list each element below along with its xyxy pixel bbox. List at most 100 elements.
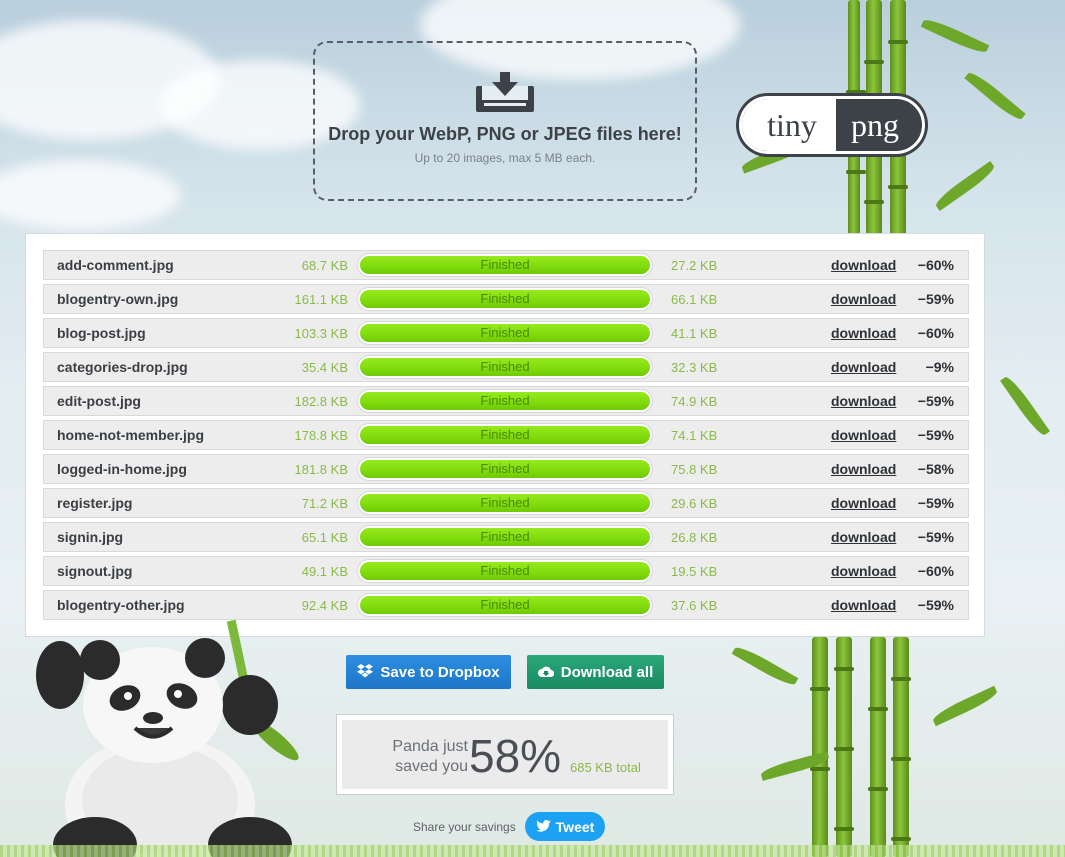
file-name: logged-in-home.jpg: [57, 461, 187, 477]
compressed-size: 75.8 KB: [671, 462, 718, 477]
saving-percent: −9%: [925, 359, 954, 375]
original-size: 68.7 KB: [301, 258, 348, 273]
savings-caption: Panda just saved you: [368, 737, 468, 777]
original-size: 71.2 KB: [301, 496, 348, 511]
tweet-label: Tweet: [555, 818, 595, 835]
progress-status: Finished: [360, 256, 650, 274]
cloud-download-icon: [537, 664, 554, 680]
file-name: blogentry-own.jpg: [57, 291, 179, 307]
download-link[interactable]: download: [831, 257, 896, 273]
savings-total: 685 KB total: [570, 760, 641, 775]
share-label: Share your savings: [413, 820, 516, 834]
file-drop-zone[interactable]: Drop your WebP, PNG or JPEG files here! …: [313, 41, 697, 201]
saving-percent: −59%: [917, 597, 954, 613]
download-link[interactable]: download: [831, 291, 896, 307]
compressed-size: 41.1 KB: [671, 326, 718, 341]
savings-caption-line1: Panda just: [392, 738, 468, 755]
progress-bar: Finished: [357, 457, 653, 481]
file-row: blogentry-own.jpg 161.1 KB Finished 66.1 KB…: [43, 284, 969, 314]
original-size: 49.1 KB: [301, 564, 348, 579]
original-size: 161.1 KB: [294, 292, 349, 307]
progress-bar: Finished: [357, 525, 653, 549]
file-name: signin.jpg: [57, 529, 124, 545]
progress-bar: Finished: [357, 253, 653, 277]
saving-percent: −60%: [917, 257, 954, 273]
download-link[interactable]: download: [831, 359, 896, 375]
file-row: edit-post.jpg 182.8 KB Finished 74.9 KB down…: [43, 386, 969, 416]
file-name: register.jpg: [57, 495, 133, 511]
saving-percent: −59%: [917, 495, 954, 511]
tinypng-logo: tiny png: [739, 96, 925, 154]
download-all-label: Download all: [560, 663, 654, 681]
progress-status: Finished: [360, 528, 650, 546]
save-to-dropbox-label: Save to Dropbox: [380, 663, 500, 681]
original-size: 65.1 KB: [301, 530, 348, 545]
download-link[interactable]: download: [831, 563, 896, 579]
progress-bar: Finished: [357, 355, 653, 379]
file-name: blog-post.jpg: [57, 325, 146, 341]
download-link[interactable]: download: [831, 427, 896, 443]
save-to-dropbox-button[interactable]: Save to Dropbox: [346, 655, 511, 689]
compressed-size: 32.3 KB: [671, 360, 718, 375]
file-name: categories-drop.jpg: [57, 359, 188, 375]
progress-status: Finished: [360, 358, 650, 376]
download-link[interactable]: download: [831, 325, 896, 341]
download-tray-icon: [476, 71, 534, 112]
original-size: 181.8 KB: [294, 462, 349, 477]
file-name: edit-post.jpg: [57, 393, 141, 409]
compressed-size: 74.9 KB: [671, 394, 718, 409]
progress-bar: Finished: [357, 491, 653, 515]
original-size: 103.3 KB: [294, 326, 349, 341]
file-row: categories-drop.jpg 35.4 KB Finished 32.3 K…: [43, 352, 969, 382]
saving-percent: −58%: [917, 461, 954, 477]
saving-percent: −60%: [917, 325, 954, 341]
drop-zone-subtitle: Up to 20 images, max 5 MB each.: [414, 150, 596, 165]
download-link[interactable]: download: [831, 597, 896, 613]
file-row: home-not-member.jpg 178.8 KB Finished 74.1 …: [43, 420, 969, 450]
file-name: signout.jpg: [57, 563, 133, 579]
twitter-bird-icon: [535, 819, 551, 835]
progress-status: Finished: [360, 562, 650, 580]
progress-status: Finished: [360, 290, 650, 308]
file-row: register.jpg 71.2 KB Finished 29.6 KB downlo…: [43, 488, 969, 518]
logo-text-tiny: tiny: [742, 99, 836, 151]
savings-caption-line2: saved you: [395, 758, 468, 775]
progress-status: Finished: [360, 426, 650, 444]
savings-percent: 58%: [469, 730, 562, 782]
download-all-button[interactable]: Download all: [527, 655, 664, 689]
file-row: blog-post.jpg 103.3 KB Finished 41.1 KB down…: [43, 318, 969, 348]
progress-bar: Finished: [357, 389, 653, 413]
download-link[interactable]: download: [831, 495, 896, 511]
compressed-size: 26.8 KB: [671, 530, 718, 545]
original-size: 182.8 KB: [294, 394, 349, 409]
download-link[interactable]: download: [831, 393, 896, 409]
saving-percent: −60%: [917, 563, 954, 579]
grass-decoration: [0, 845, 1065, 857]
progress-status: Finished: [360, 494, 650, 512]
download-link[interactable]: download: [831, 529, 896, 545]
progress-bar: Finished: [357, 321, 653, 345]
cloud-decoration: [0, 160, 180, 230]
progress-bar: Finished: [357, 559, 653, 583]
compressed-size: 74.1 KB: [671, 428, 718, 443]
progress-status: Finished: [360, 392, 650, 410]
drop-zone-title: Drop your WebP, PNG or JPEG files here!: [328, 123, 682, 144]
saving-percent: −59%: [917, 393, 954, 409]
download-link[interactable]: download: [831, 461, 896, 477]
tweet-button[interactable]: Tweet: [525, 812, 605, 841]
progress-status: Finished: [360, 460, 650, 478]
file-name: home-not-member.jpg: [57, 427, 205, 443]
original-size: 178.8 KB: [294, 428, 349, 443]
compressed-size: 27.2 KB: [671, 258, 718, 273]
dropbox-icon: [357, 663, 374, 681]
saving-percent: −59%: [917, 427, 954, 443]
original-size: 92.4 KB: [301, 598, 348, 613]
compressed-size: 29.6 KB: [671, 496, 718, 511]
file-row: blogentry-other.jpg 92.4 KB Finished 37.6 K…: [43, 590, 969, 620]
file-row: signin.jpg 65.1 KB Finished 26.8 KB download…: [43, 522, 969, 552]
compressed-size: 37.6 KB: [671, 598, 718, 613]
savings-summary: Panda just saved you 58% 685 KB total: [336, 714, 674, 795]
file-name: add-comment.jpg: [57, 257, 174, 273]
saving-percent: −59%: [917, 529, 954, 545]
file-row: signout.jpg 49.1 KB Finished 19.5 KB downloa…: [43, 556, 969, 586]
